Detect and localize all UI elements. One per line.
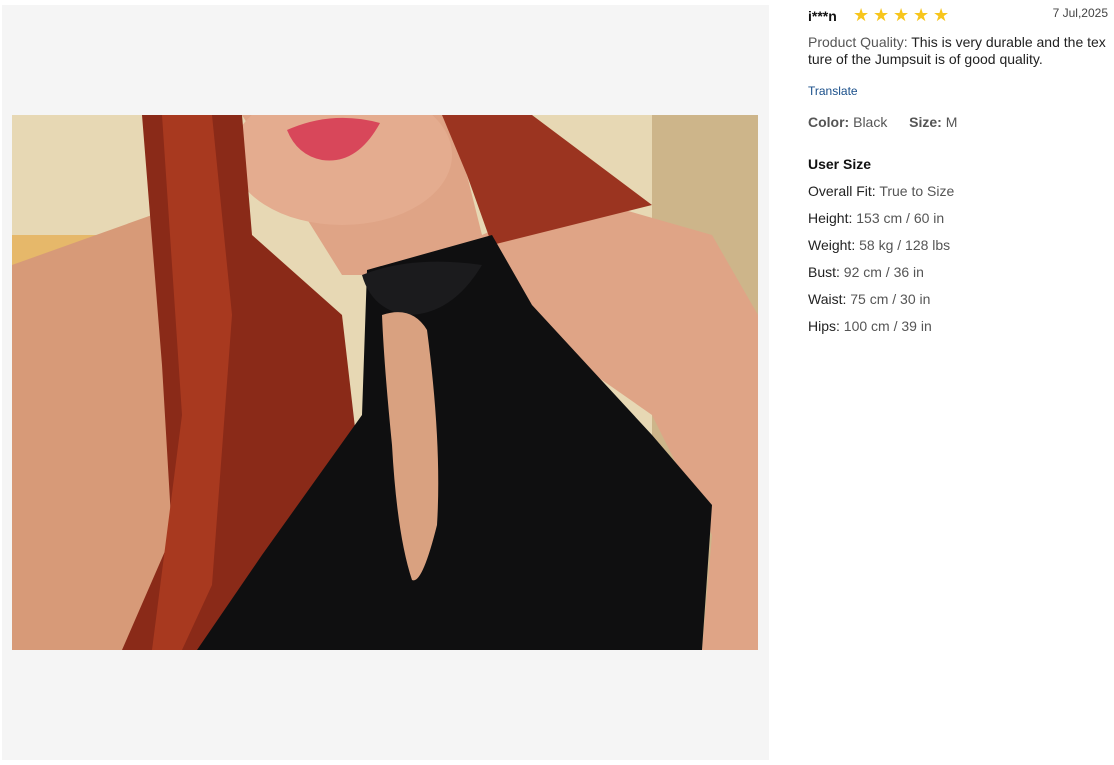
star-icon: ★ — [893, 5, 911, 25]
color-value: Black — [853, 114, 888, 130]
user-size-list: Overall Fit: True to Size Height: 153 cm… — [808, 183, 954, 345]
review-text: Product Quality: This is very durable an… — [808, 34, 1108, 68]
star-icon: ★ — [933, 5, 951, 25]
size-row-bust: Bust: 92 cm / 36 in — [808, 264, 954, 291]
color-label: Color: — [808, 114, 850, 130]
user-size-title: User Size — [808, 156, 872, 172]
size-row-label: Hips: — [808, 318, 840, 334]
review-header: i***n ★ ★ ★ ★ ★ 7 Jul,2025 — [808, 5, 1108, 26]
review-photo-image — [12, 115, 758, 650]
size-row-value: True to Size — [879, 183, 955, 199]
review-date: 7 Jul,2025 — [1052, 6, 1108, 20]
size-row-overall-fit: Overall Fit: True to Size — [808, 183, 954, 210]
review-page: i***n ★ ★ ★ ★ ★ 7 Jul,2025 Product Quality: … — [0, 0, 1114, 765]
size-row-value: 100 cm / 39 in — [843, 318, 932, 334]
size-row-waist: Waist: 75 cm / 30 in — [808, 291, 954, 318]
size-row-label: Weight: — [808, 237, 856, 253]
size-row-hips: Hips: 100 cm / 39 in — [808, 318, 954, 345]
size-row-value: 58 kg / 128 lbs — [859, 237, 951, 253]
photo-viewer — [2, 5, 769, 760]
size-row-label: Height: — [808, 210, 853, 226]
purchased-variant: Color: Black Size: M — [808, 114, 957, 130]
size-value: M — [945, 114, 958, 130]
size-label: Size: — [909, 114, 942, 130]
quality-label: Product Quality: — [808, 34, 908, 50]
star-icon: ★ — [873, 5, 891, 25]
translate-link[interactable]: Translate — [808, 84, 858, 98]
size-row-height: Height: 153 cm / 60 in — [808, 210, 954, 237]
size-row-weight: Weight: 58 kg / 128 lbs — [808, 237, 954, 264]
size-row-value: 75 cm / 30 in — [850, 291, 931, 307]
review-photo[interactable] — [12, 115, 758, 650]
star-rating: ★ ★ ★ ★ ★ — [853, 5, 953, 25]
size-row-label: Waist: — [808, 291, 847, 307]
review-panel: i***n ★ ★ ★ ★ ★ 7 Jul,2025 Product Quality: … — [808, 0, 1108, 765]
size-row-value: 92 cm / 36 in — [843, 264, 924, 280]
size-row-label: Bust: — [808, 264, 840, 280]
size-row-label: Overall Fit: — [808, 183, 876, 199]
reviewer-name: i***n — [808, 8, 837, 24]
star-icon: ★ — [853, 5, 871, 25]
size-row-value: 153 cm / 60 in — [856, 210, 945, 226]
star-icon: ★ — [913, 5, 931, 25]
